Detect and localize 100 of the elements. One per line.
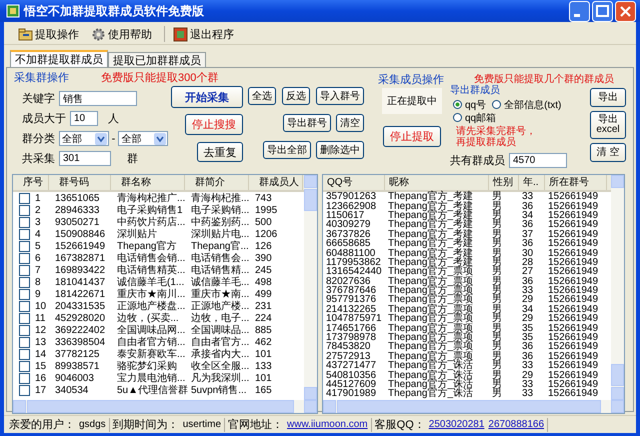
table-cell: 499 [255, 288, 272, 300]
action-button[interactable]: 导出群号 [283, 114, 331, 132]
checkbox[interactable] [19, 312, 30, 324]
table-cell: 34 [522, 210, 534, 220]
link[interactable]: www.iiumoon.com [287, 419, 368, 430]
checkbox[interactable] [19, 372, 30, 384]
table-cell: 152661949 [548, 389, 598, 398]
category-dropdown[interactable]: 全部 [118, 131, 168, 146]
action-button[interactable]: 导出全部 [263, 141, 311, 159]
table-cell: 78453820 [326, 342, 370, 352]
maximize-button[interactable] [592, 0, 613, 22]
action-button[interactable]: 导入群号 [316, 87, 364, 105]
category-dropdown[interactable]: 全部 [59, 131, 109, 146]
table-cell: Thepang官方_票项 [388, 352, 474, 361]
checkbox[interactable] [19, 300, 30, 312]
minimize-button[interactable] [569, 0, 590, 22]
table-cell: 152661949 [548, 324, 598, 333]
link[interactable]: 2670888166 [488, 419, 544, 430]
checkbox[interactable] [19, 228, 30, 240]
table-cell: 152661949 [548, 314, 598, 324]
table-cell: Thepang官方_票项 [388, 304, 474, 314]
table-cell: 男 [492, 239, 502, 248]
checkbox[interactable] [19, 192, 30, 204]
action-button[interactable]: 清空 [336, 114, 364, 132]
action-button[interactable]: 全选 [248, 87, 276, 105]
checkbox[interactable] [19, 240, 30, 252]
table-cell: 5 [35, 240, 41, 252]
number-field[interactable]: 10 [70, 111, 98, 126]
action-button[interactable]: 去重复 [197, 142, 243, 162]
toolbar-button[interactable]: 退出程序 [169, 24, 238, 44]
table-cell: 男 [492, 230, 502, 239]
column-header[interactable]: 序号 [13, 175, 49, 190]
table-cell: 169893422 [55, 264, 106, 276]
action-button[interactable]: 反选 [282, 87, 310, 105]
count-field[interactable]: 4570 [509, 153, 567, 168]
checkbox[interactable] [19, 276, 30, 288]
table-cell: 93050271 [55, 216, 100, 228]
checkbox[interactable] [19, 264, 30, 276]
keyword-field[interactable]: 销售 [59, 91, 137, 106]
radio-option[interactable]: qq号 [453, 99, 486, 110]
column-header[interactable]: 性别 [489, 175, 519, 190]
checkbox[interactable] [19, 204, 30, 216]
link[interactable]: 2503020281 [428, 419, 484, 430]
checkbox[interactable] [19, 384, 30, 396]
column-header[interactable]: 群号码 [49, 175, 111, 190]
table-cell: 36 [522, 220, 534, 230]
action-button[interactable]: 停止搜搜 [185, 114, 243, 135]
field-label: 群分类 [21, 132, 55, 146]
radio-option[interactable]: 全部信息(txt) [492, 99, 562, 110]
column-header[interactable]: 群简介 [185, 175, 249, 190]
tab[interactable]: 提取已加群群成员 [108, 52, 206, 68]
table-cell: 37 [522, 230, 534, 239]
table-cell-text: 边牧，电子... [191, 312, 250, 324]
column-header[interactable]: 昵称 [385, 175, 489, 190]
close-button[interactable] [615, 0, 636, 22]
table-cell: 181422671 [55, 288, 106, 300]
action-button[interactable]: 开始采集 [171, 86, 243, 108]
action-button[interactable]: 清 空 [590, 143, 626, 162]
checkbox[interactable] [19, 252, 30, 264]
checkbox[interactable] [19, 288, 30, 300]
checkbox[interactable] [19, 324, 30, 336]
action-button[interactable]: 删除选中 [316, 141, 364, 159]
checkbox[interactable] [19, 336, 30, 348]
table-cell: Thepang官方_考建 [388, 239, 474, 248]
action-button[interactable]: 导出 excel [590, 111, 626, 139]
checkbox[interactable] [19, 348, 30, 360]
stop-button[interactable]: 停止提取 [383, 126, 441, 147]
toolbar-button[interactable]: 使用帮助 [87, 24, 156, 44]
checkbox[interactable] [19, 216, 30, 228]
notice-text: 免费版只能提取300个群 [101, 70, 218, 84]
table-cell: 17 [35, 384, 46, 396]
vertical-scrollbar[interactable] [304, 175, 317, 400]
table-cell: 417901989 [326, 389, 376, 398]
status-label: 客服QQ： [374, 418, 425, 432]
table-cell: 1047875971 [326, 314, 382, 324]
tab[interactable]: 不加群提取群成员 [10, 50, 108, 67]
horizontal-scrollbar[interactable] [323, 400, 624, 413]
horizontal-scrollbar[interactable] [13, 400, 317, 413]
column-header[interactable]: 所在群号 [545, 175, 607, 190]
count-field[interactable]: 301 [59, 151, 111, 166]
vertical-scrollbar[interactable] [611, 175, 624, 400]
column-header[interactable]: 群成员人 [249, 175, 303, 190]
table-cell: 152661949 [548, 210, 598, 220]
table-cell-text: 电子采购销... [191, 204, 250, 216]
column-header[interactable]: 群名称 [111, 175, 185, 190]
checkbox[interactable] [19, 360, 30, 372]
column-header[interactable]: QQ号 [323, 175, 385, 190]
column-header[interactable]: 年.. [519, 175, 545, 190]
table-cell: 152661949 [548, 342, 598, 352]
toolbar-button[interactable]: 提取操作 [14, 24, 83, 44]
table-cell: 152661949 [548, 333, 598, 342]
table-cell-text: 全国调味品网... [117, 324, 186, 336]
table-cell: 204331535 [55, 300, 106, 312]
table-cell-text: 诚信藤羊毛(1... [117, 276, 184, 288]
unit-label: 群 [127, 152, 138, 166]
action-button[interactable]: 导出 [590, 88, 626, 107]
table-cell: 357901263 [326, 192, 376, 202]
hint-text: 请先采集完群号， 再提取群成员 [455, 126, 537, 148]
table-cell: 12 [35, 324, 46, 336]
radio-option[interactable]: qq邮箱 [453, 112, 496, 123]
